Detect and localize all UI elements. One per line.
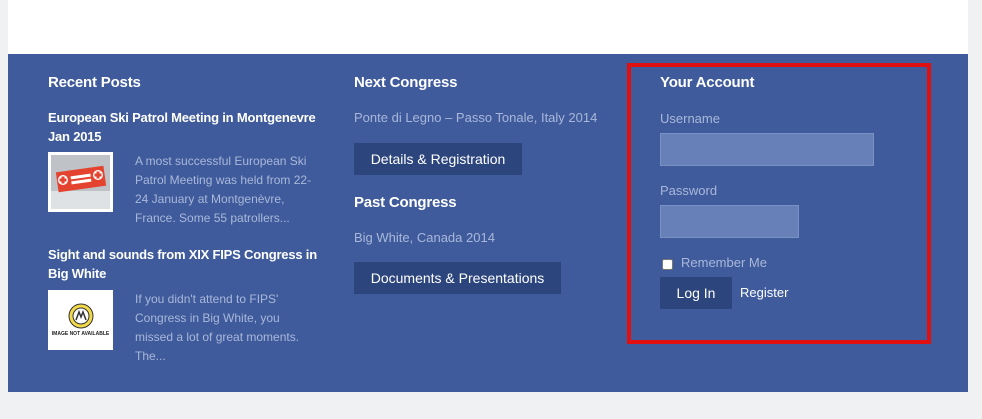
post-excerpt: A most successful European Ski Patrol Me… [135, 154, 312, 225]
thumb-caption: IMAGE NOT AVAILABLE [51, 331, 110, 337]
past-congress-heading: Past Congress [354, 194, 457, 211]
documents-presentations-button[interactable]: Documents & Presentations [354, 262, 561, 294]
post-excerpt: If you didn't attend to FIPS' Congress i… [135, 292, 300, 363]
banner-image-icon [51, 155, 110, 209]
highlight-box [627, 63, 931, 344]
next-congress-location: Ponte di Legno – Passo Tonale, Italy 201… [354, 110, 598, 125]
fips-logo-icon [68, 303, 93, 329]
post-thumbnail[interactable]: IMAGE NOT AVAILABLE [48, 290, 113, 350]
image-not-available-placeholder: IMAGE NOT AVAILABLE [51, 293, 110, 347]
post-thumbnail[interactable] [48, 152, 113, 212]
past-congress-location: Big White, Canada 2014 [354, 230, 495, 245]
post-title-link[interactable]: Sight and sounds from XIX FIPS Congress … [48, 245, 328, 283]
recent-posts-heading: Recent Posts [48, 74, 141, 91]
content-area-bottom [8, 0, 968, 54]
details-registration-button[interactable]: Details & Registration [354, 143, 522, 175]
post-title-link[interactable]: European Ski Patrol Meeting in Montgenev… [48, 108, 328, 146]
next-congress-heading: Next Congress [354, 74, 458, 91]
ski-patrol-banner-image [51, 155, 110, 209]
